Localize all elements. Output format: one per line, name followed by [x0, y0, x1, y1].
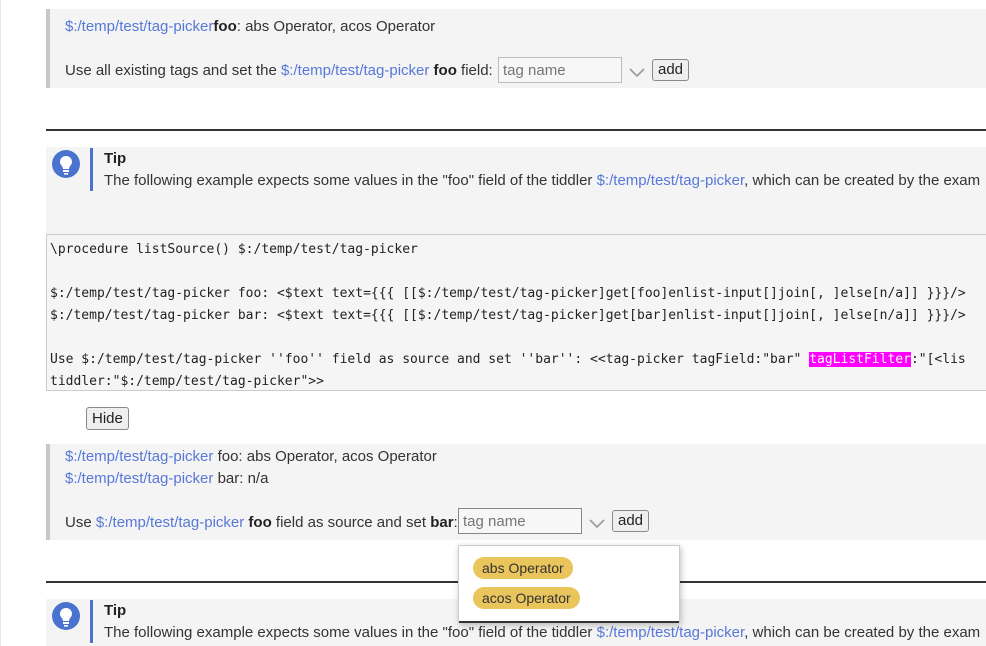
- code-line: $:/temp/test/tag-picker foo: <$text text…: [50, 286, 966, 301]
- use-text: field:: [456, 62, 493, 79]
- tiddler-link[interactable]: $:/temp/test/tag-picker: [65, 470, 213, 487]
- tag-name-input[interactable]: [498, 57, 622, 83]
- tiddler-link[interactable]: $:/temp/test/tag-picker: [96, 514, 244, 531]
- tip-title: Tip: [104, 150, 127, 167]
- code-line: Use $:/temp/test/tag-picker ''foo'' fiel…: [50, 352, 810, 367]
- field-value: bar: n/a: [213, 470, 269, 487]
- tip-text-part: , which can be created by the exam: [744, 172, 981, 189]
- use-text: field as source and set: [271, 514, 431, 531]
- bar-result-line: $:/temp/test/tag-picker bar: n/a: [65, 470, 268, 487]
- tip-text-part: The following example expects some value…: [104, 624, 461, 641]
- field-value: : abs Operator, acos Operator: [236, 18, 436, 35]
- top-use-line: Use all existing tags and set the $:/tem…: [65, 62, 493, 79]
- field-name: foo: [248, 514, 272, 531]
- tip-accent-bar: [90, 148, 93, 191]
- field-name: bar: [430, 514, 454, 531]
- tip-text-part: , which can be created by the exam: [744, 624, 981, 641]
- tiddler-link[interactable]: $:/temp/test/tag-picker: [281, 62, 429, 79]
- field-name: foo: [213, 18, 237, 35]
- lightbulb-icon: [52, 602, 80, 630]
- use-source-line: Use $:/temp/test/tag-picker foo field as…: [65, 514, 458, 531]
- tip-text: The following example expects some value…: [104, 172, 980, 189]
- tag-dropdown: abs Operator acos Operator: [458, 545, 680, 623]
- dropdown-bottom-rule: [459, 621, 679, 623]
- tag-pill-acos-operator[interactable]: acos Operator: [473, 587, 580, 609]
- tiddler-link[interactable]: $:/temp/test/tag-picker: [597, 172, 745, 189]
- top-result-line: $:/temp/test/tag-pickerfoo: abs Operator…: [65, 18, 435, 35]
- tip-text-part: The following example expects some value…: [104, 172, 597, 189]
- tip-text-part: o" field of the tiddler: [460, 624, 597, 641]
- top-result-blockquote: $:/temp/test/tag-pickerfoo: abs Operator…: [46, 9, 986, 88]
- tiddler-link[interactable]: $:/temp/test/tag-picker: [65, 18, 213, 35]
- hide-button[interactable]: Hide: [86, 407, 129, 430]
- tip-accent-bar: [90, 600, 93, 643]
- foo-result-line: $:/temp/test/tag-picker foo: abs Operato…: [65, 448, 437, 465]
- code-line: tiddler:"$:/temp/test/tag-picker">>: [50, 374, 324, 389]
- use-text: Use: [65, 514, 96, 531]
- code-line: $:/temp/test/tag-picker bar: <$text text…: [50, 308, 966, 323]
- tip-callout: Tip The following example expects some v…: [46, 147, 986, 207]
- field-name: foo: [433, 62, 457, 79]
- add-button[interactable]: add: [652, 59, 690, 81]
- tiddler-link[interactable]: $:/temp/test/tag-picker: [65, 448, 213, 465]
- example-code-area: \procedure listSource() $:/temp/test/tag…: [46, 207, 986, 391]
- lightbulb-icon: [52, 150, 80, 178]
- code-line: :"[<lis: [910, 352, 966, 367]
- tip-title: Tip: [104, 602, 127, 619]
- divider: [46, 129, 986, 131]
- use-text: Use all existing tags and set the: [65, 62, 281, 79]
- page-left-border: [0, 0, 1, 646]
- tiddler-link[interactable]: $:/temp/test/tag-picker: [597, 624, 745, 641]
- chevron-down-icon[interactable]: [588, 517, 606, 529]
- chevron-down-icon[interactable]: [628, 66, 646, 78]
- tag-name-input[interactable]: [458, 508, 582, 534]
- example-result-blockquote: $:/temp/test/tag-picker foo: abs Operato…: [46, 444, 986, 540]
- field-value: foo: abs Operator, acos Operator: [213, 448, 437, 465]
- code-line: \procedure listSource() $:/temp/test/tag…: [50, 242, 418, 257]
- add-button[interactable]: add: [612, 510, 650, 532]
- tip-text: The following example expects some value…: [104, 624, 980, 641]
- code-block: \procedure listSource() $:/temp/test/tag…: [46, 234, 986, 391]
- search-highlight: tagListFilter: [809, 352, 911, 367]
- tag-pill-abs-operator[interactable]: abs Operator: [473, 557, 573, 579]
